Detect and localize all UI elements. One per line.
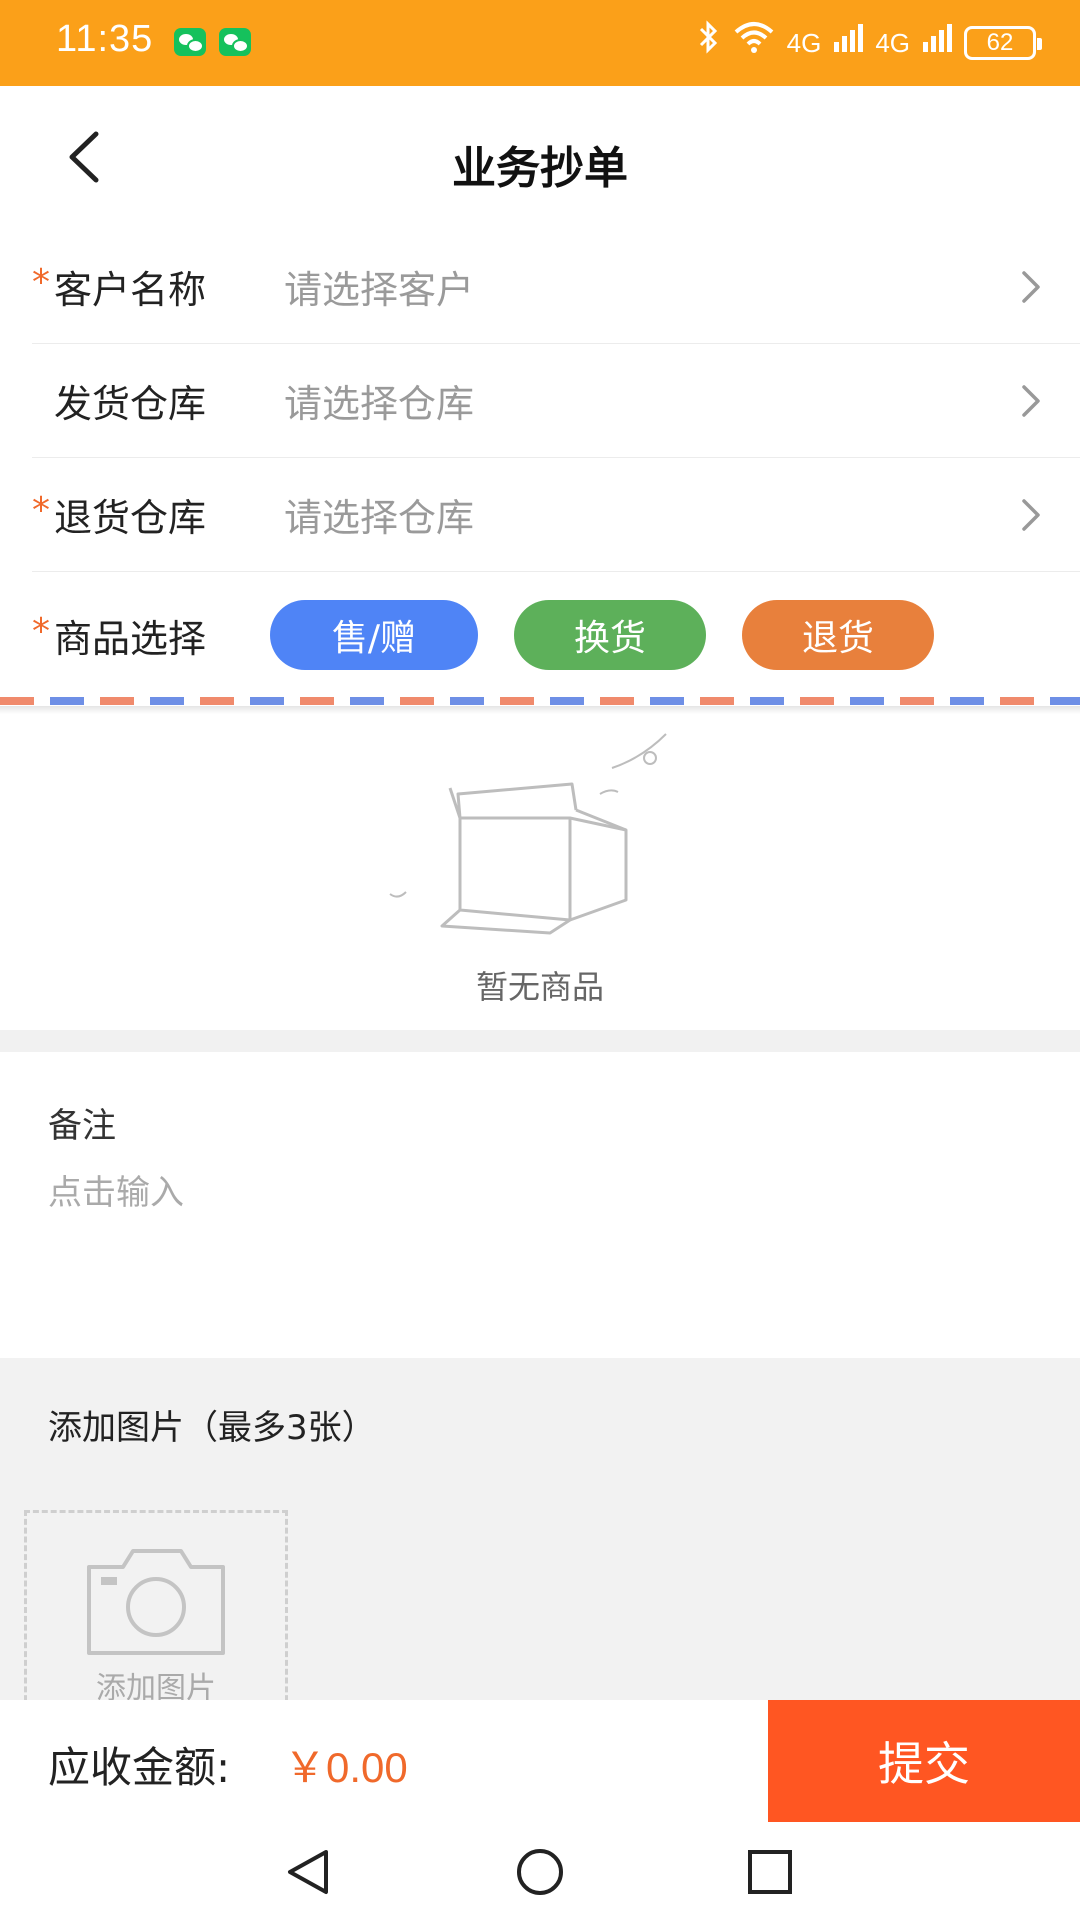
- photo-section-title: 添加图片（最多3张）: [48, 1408, 376, 1448]
- nav-home-icon[interactable]: [514, 1846, 566, 1898]
- return-warehouse-row[interactable]: * 退货仓库 请选择仓库: [32, 458, 1080, 572]
- photo-section: 添加图片（最多3张） 添加图片: [0, 1358, 1080, 1710]
- chevron-right-icon: [1022, 384, 1040, 417]
- nav-recents-icon[interactable]: [744, 1846, 796, 1898]
- airmail-divider: [0, 697, 1080, 705]
- chevron-right-icon: [1022, 270, 1040, 303]
- submit-button[interactable]: 提交: [768, 1700, 1080, 1822]
- wechat-notification-icon: [174, 28, 206, 56]
- signal-4g-label: 4G: [786, 27, 822, 58]
- wifi-icon: [733, 20, 775, 65]
- status-time: 11:35: [56, 18, 154, 60]
- customer-select-row[interactable]: * 客户名称 请选择客户: [32, 230, 1080, 344]
- wechat-notification-icon: [219, 28, 251, 56]
- status-icons: 4G 4G 62: [697, 20, 1042, 65]
- ship-warehouse-placeholder: 请选择仓库: [284, 382, 475, 426]
- customer-placeholder: 请选择客户: [284, 268, 475, 312]
- ship-warehouse-row[interactable]: 发货仓库 请选择仓库: [32, 344, 1080, 458]
- customer-label: 客户名称: [54, 268, 207, 312]
- amount-value: ￥0.00: [284, 1744, 408, 1791]
- return-warehouse-label: 退货仓库: [54, 496, 207, 540]
- ship-warehouse-label: 发货仓库: [54, 382, 207, 426]
- goods-label: 商品选择: [54, 616, 207, 661]
- required-mark: *: [32, 610, 50, 652]
- sale-gift-button[interactable]: 售/赠: [270, 600, 478, 670]
- empty-state-text: 暂无商品: [475, 968, 604, 1006]
- return-warehouse-placeholder: 请选择仓库: [284, 496, 475, 540]
- nav-bar: 业务抄单: [0, 86, 1080, 226]
- empty-box-icon: [389, 733, 667, 935]
- required-mark: *: [32, 490, 50, 531]
- bottom-action-bar: 应收金额: ￥0.00 提交: [0, 1700, 1080, 1822]
- nav-back-icon[interactable]: [282, 1846, 334, 1898]
- divider-shadow: [0, 706, 1080, 714]
- bluetooth-icon: [697, 20, 721, 65]
- chevron-right-icon: [1022, 498, 1040, 531]
- amount-label: 应收金额:: [48, 1743, 231, 1792]
- battery-icon: 62: [964, 25, 1042, 60]
- section-gap: [0, 1030, 1080, 1052]
- remark-input[interactable]: 点击输入: [48, 1165, 1028, 1214]
- status-bar: 11:35 4G 4G 62: [0, 0, 1080, 86]
- signal-icon: [833, 22, 864, 63]
- signal-4g-label: 4G: [875, 27, 910, 58]
- remark-label: 备注: [48, 1106, 116, 1146]
- return-goods-button[interactable]: 退货: [742, 600, 934, 670]
- exchange-button[interactable]: 换货: [514, 600, 706, 670]
- system-nav-bar: [0, 1822, 1080, 1920]
- required-mark: *: [32, 262, 50, 303]
- page-title: 业务抄单: [452, 143, 628, 194]
- signal-icon: [922, 22, 952, 63]
- camera-icon: [87, 1549, 225, 1655]
- add-photo-button[interactable]: 添加图片: [24, 1510, 288, 1710]
